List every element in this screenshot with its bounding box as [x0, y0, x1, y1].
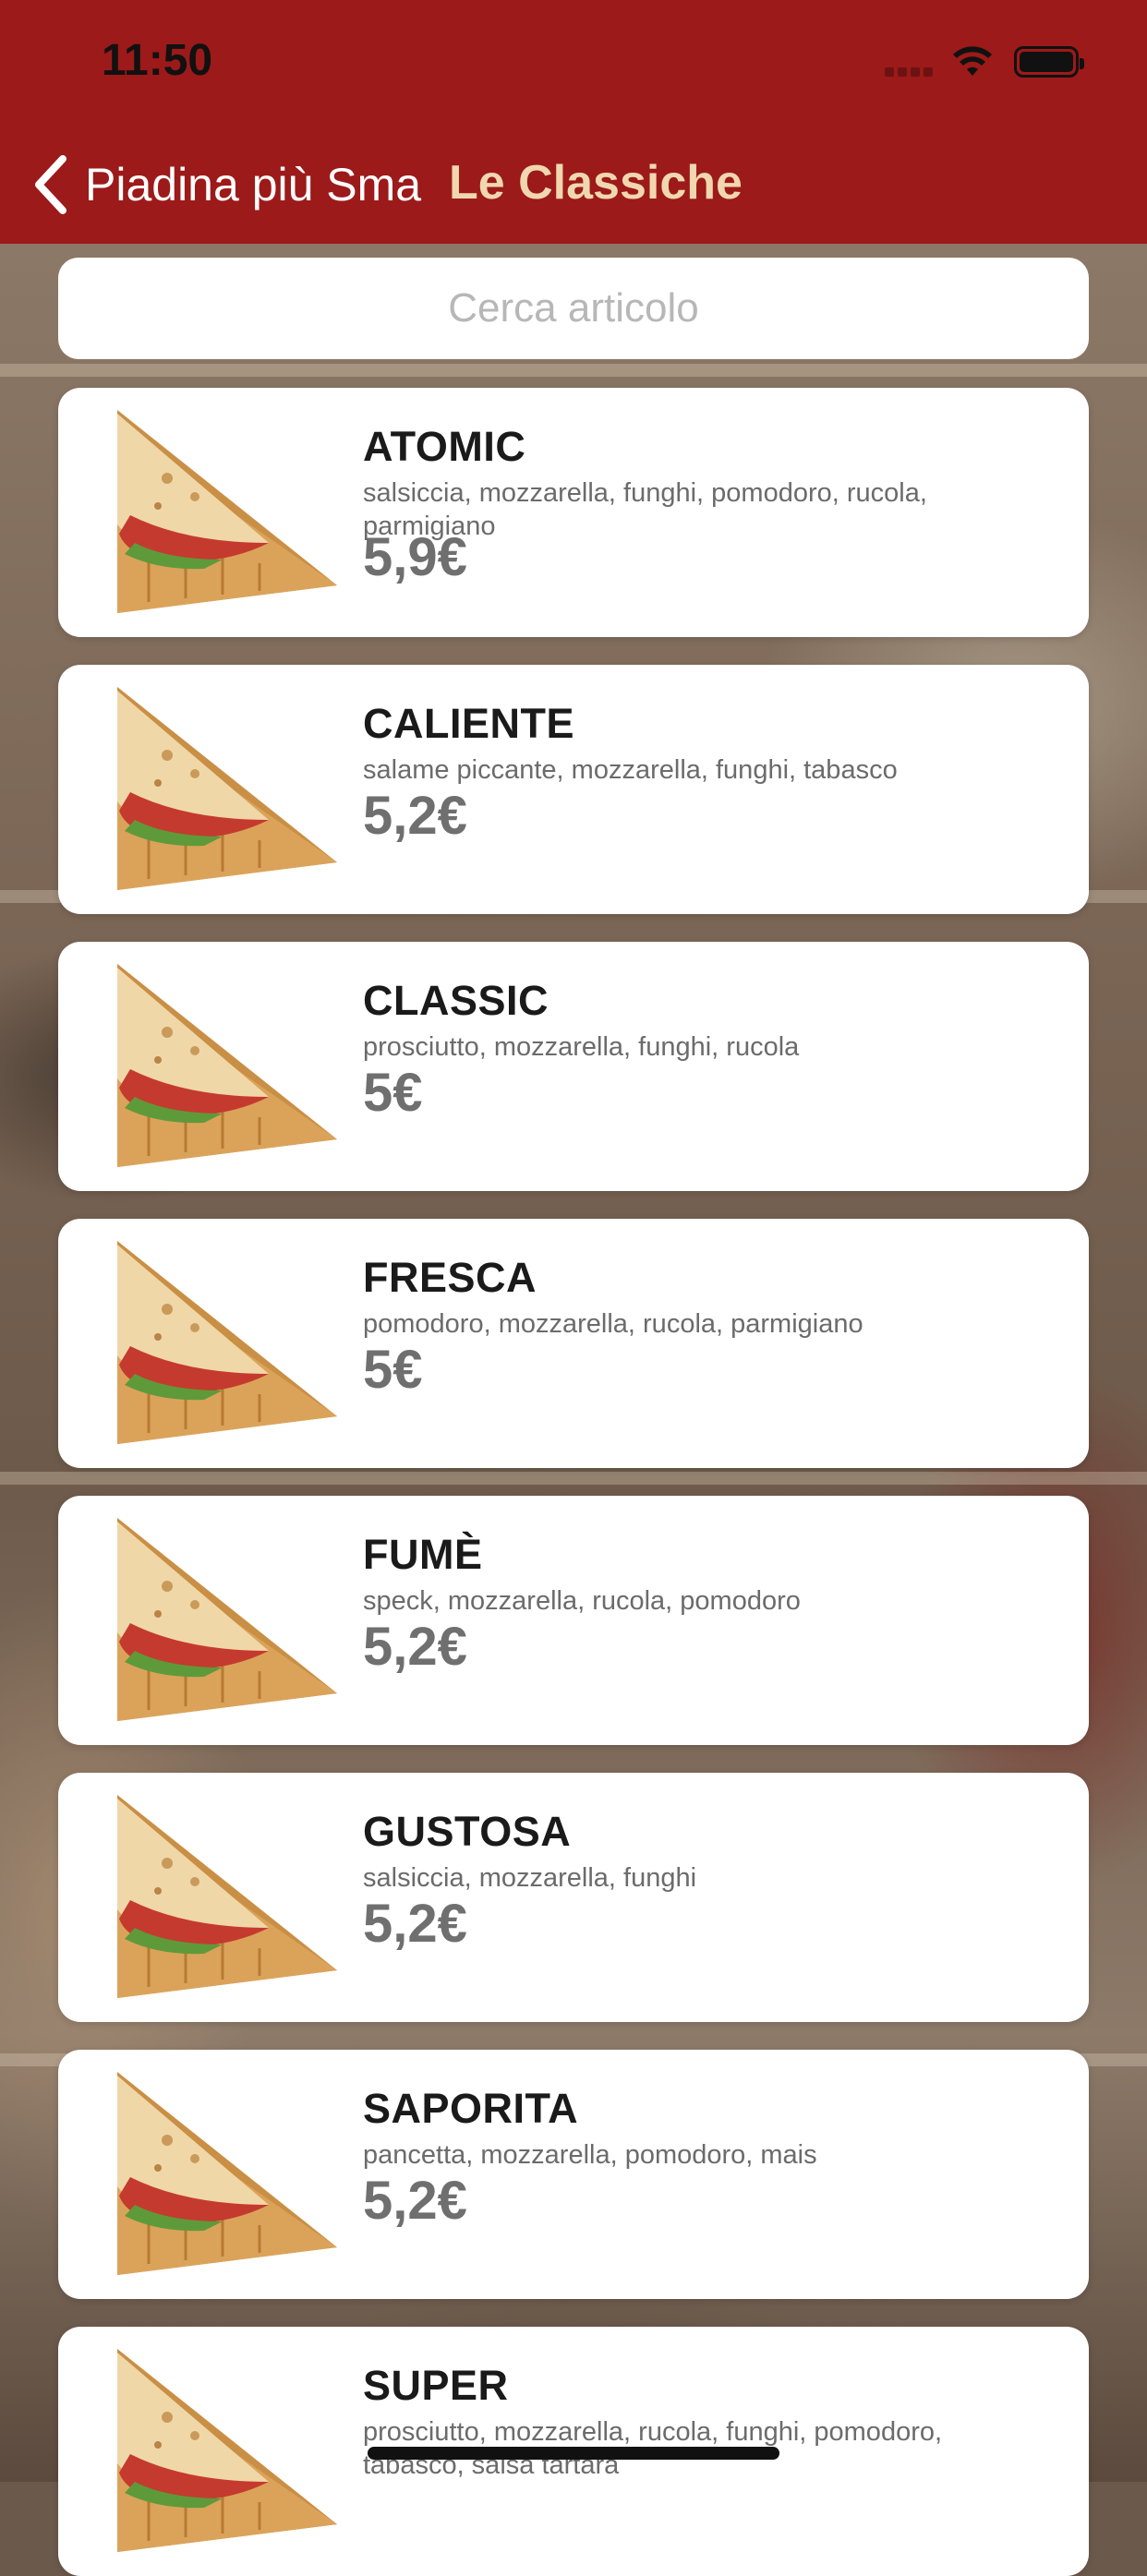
product-name: SUPER: [363, 2362, 509, 2409]
product-card[interactable]: FRESCA pomodoro, mozzarella, rucola, parm…: [58, 1219, 1089, 1468]
product-name: SAPORITA: [363, 2085, 579, 2132]
product-card[interactable]: SAPORITA pancetta, mozzarella, pomodoro, …: [58, 2050, 1089, 2299]
product-description: pancetta, mozzarella, pomodoro, mais: [363, 2140, 817, 2170]
product-price: 5,9€: [363, 527, 467, 587]
product-card[interactable]: CLASSIC prosciutto, mozzarella, funghi, r…: [58, 942, 1089, 1191]
product-price: 5€: [363, 1063, 423, 1123]
product-price: 5,2€: [363, 1894, 467, 1954]
product-description: speck, mozzarella, rucola, pomodoro: [363, 1586, 801, 1616]
navigation-bar: 11:50 Piadina più Sma Le Classiche: [0, 0, 1147, 244]
product-description: salame piccante, mozzarella, funghi, tab…: [363, 755, 898, 785]
status-time: 11:50: [102, 36, 213, 85]
piadina-icon: [112, 958, 343, 1173]
product-name: GUSTOSA: [363, 1808, 572, 1855]
product-name: CLASSIC: [363, 977, 549, 1024]
piadina-icon: [112, 404, 343, 619]
search-input[interactable]: [58, 258, 1089, 359]
product-name: ATOMIC: [363, 423, 526, 470]
product-price: 5€: [363, 1340, 423, 1400]
piadina-icon: [112, 1789, 343, 2004]
product-description: pomodoro, mozzarella, rucola, parmigiano: [363, 1309, 863, 1339]
piadina-icon: [112, 681, 343, 896]
home-indicator: [368, 2447, 779, 2460]
product-price: 5,2€: [363, 2171, 467, 2231]
product-name: FRESCA: [363, 1254, 537, 1301]
product-price: 5,2€: [363, 786, 467, 846]
wifi-icon: [953, 46, 992, 76]
back-button-label: Piadina più Sma: [85, 159, 422, 211]
product-card[interactable]: GUSTOSA salsiccia, mozzarella, funghi 5,2€: [58, 1773, 1089, 2022]
product-name: FUMÈ: [363, 1531, 483, 1578]
product-name: CALIENTE: [363, 700, 574, 747]
product-card[interactable]: ATOMIC salsiccia, mozzarella, funghi, pom…: [58, 388, 1089, 637]
product-card[interactable]: CALIENTE salame piccante, mozzarella, fun…: [58, 665, 1089, 914]
product-price: 5,2€: [363, 1617, 467, 1677]
piadina-icon: [112, 2066, 343, 2281]
piadina-icon: [112, 1235, 343, 1450]
page-title: Le Classiche: [449, 156, 743, 210]
piadina-icon: [112, 1512, 343, 1727]
piadina-icon: [112, 2343, 343, 2558]
back-button[interactable]: Piadina più Sma: [33, 152, 421, 217]
chevron-left-icon: [35, 155, 66, 214]
product-description: prosciutto, mozzarella, funghi, rucola: [363, 1032, 800, 1062]
product-description: salsiccia, mozzarella, funghi: [363, 1863, 697, 1893]
cellular-signal-icon: [885, 65, 936, 77]
product-card[interactable]: FUMÈ speck, mozzarella, rucola, pomodoro 5…: [58, 1496, 1089, 1745]
battery-icon: [1014, 46, 1084, 78]
